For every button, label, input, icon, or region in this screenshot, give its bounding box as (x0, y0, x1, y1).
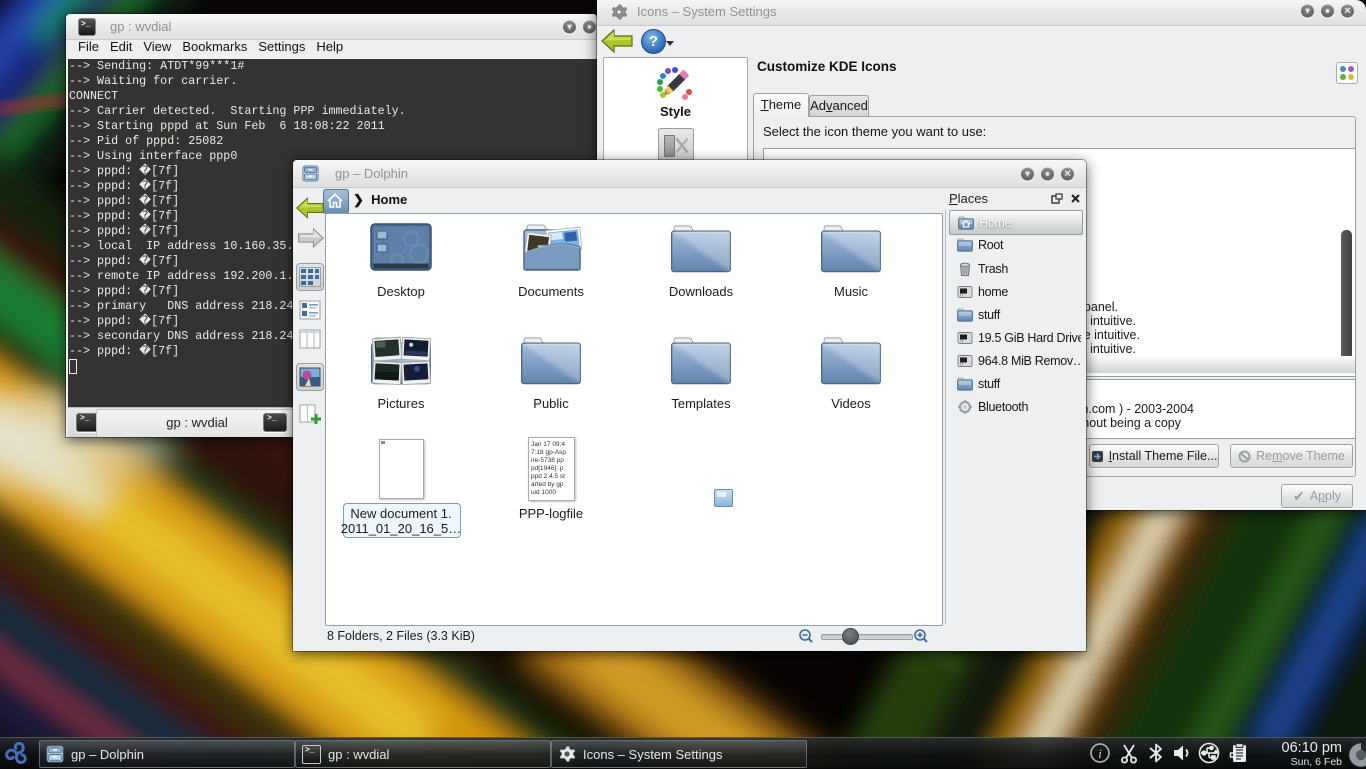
svg-text:i: i (1098, 746, 1102, 761)
